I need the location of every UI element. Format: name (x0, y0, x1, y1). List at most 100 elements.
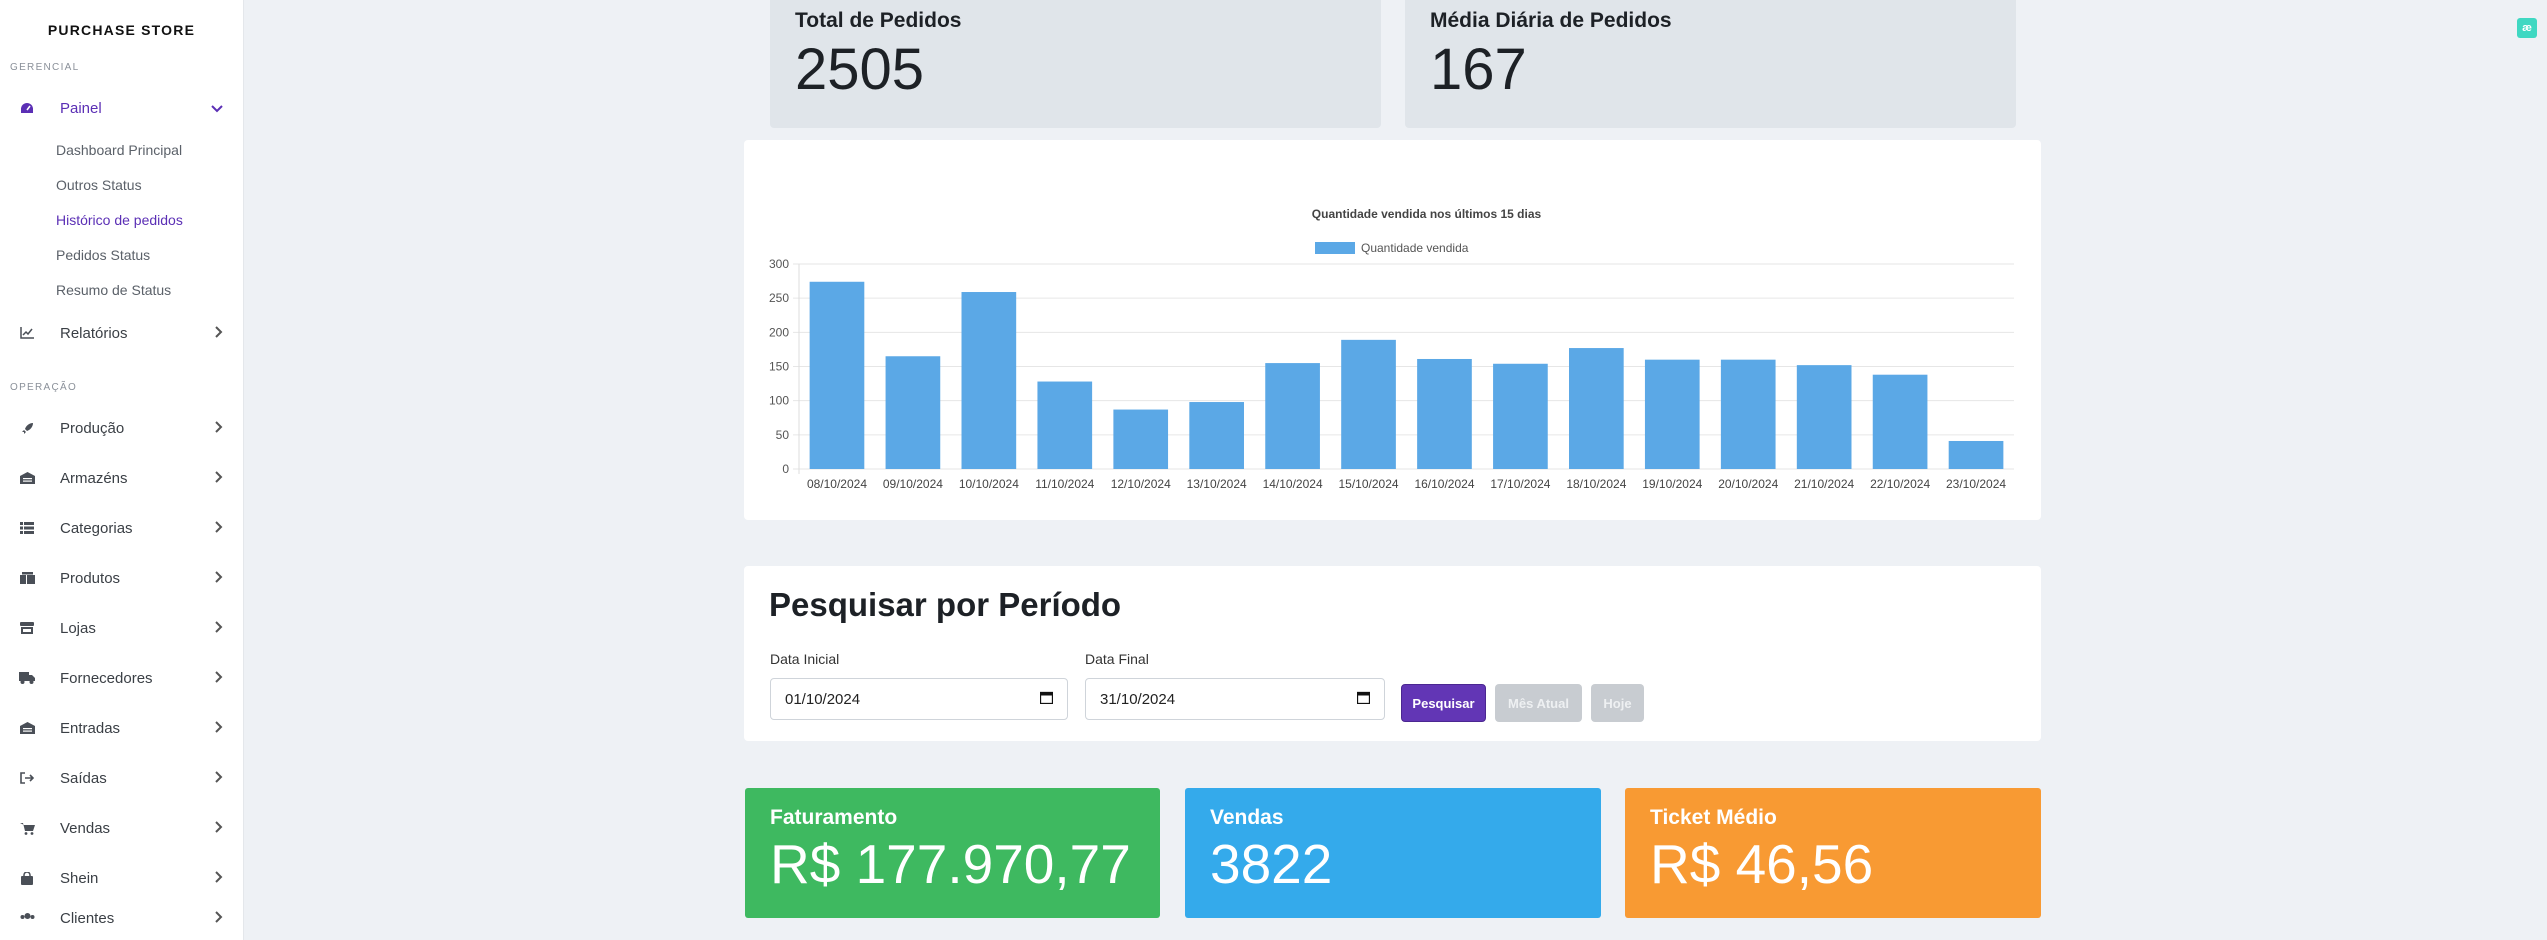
rocket-icon (19, 420, 35, 436)
bar (1948, 440, 2004, 469)
sidebar: PURCHASE STORE GERENCIAL Painel Dashboar… (0, 0, 244, 940)
nav-fornecedores-label: Fornecedores (60, 669, 153, 687)
today-button[interactable]: Hoje (1591, 684, 1644, 722)
nav-clientes[interactable]: Clientes (0, 903, 243, 933)
start-date-label: Data Inicial (770, 651, 840, 667)
sub-resumo-status[interactable]: Resumo de Status (0, 273, 243, 308)
bar (1644, 359, 1700, 469)
nav-vendas-label: Vendas (60, 819, 111, 837)
chevron-right-icon (215, 910, 223, 926)
calendar-icon[interactable] (1356, 691, 1371, 708)
bar (1113, 409, 1169, 469)
search-button[interactable]: Pesquisar (1401, 684, 1486, 722)
total-pedidos-value: 2505 (795, 37, 925, 102)
nav-shein-label: Shein (60, 869, 99, 887)
nav-lojas[interactable]: Lojas (0, 603, 243, 653)
bar (809, 281, 865, 469)
warehouse-icon (19, 470, 35, 486)
y-tick-label: 250 (769, 291, 789, 305)
end-date-value: 31/10/2024 (1100, 690, 1176, 708)
nav-relatorios[interactable]: Relatórios (0, 308, 243, 358)
nav-painel[interactable]: Painel (0, 83, 243, 133)
warehouse-icon (19, 720, 35, 736)
nav-produtos-label: Produtos (60, 569, 121, 587)
nav-relatorios-label: Relatórios (60, 324, 128, 342)
current-month-button[interactable]: Mês Atual (1495, 684, 1582, 722)
ticket-medio-label: Ticket Médio (1650, 806, 1777, 829)
brand-title[interactable]: PURCHASE STORE (0, 0, 243, 62)
total-pedidos-card: Total de Pedidos 2505 (770, 0, 1381, 128)
y-tick-label: 0 (782, 462, 789, 476)
start-date-input[interactable]: 01/10/2024 (770, 678, 1068, 720)
bar (1872, 374, 1928, 469)
section-operacao: OPERAÇÃO (10, 382, 78, 393)
ticket-medio-card: Ticket Médio R$ 46,56 (1625, 788, 2041, 918)
nav-entradas-label: Entradas (60, 719, 121, 737)
bar (961, 292, 1017, 469)
x-tick-label: 22/10/2024 (1870, 477, 1930, 491)
legend-swatch (1315, 242, 1355, 254)
bar (1417, 358, 1472, 469)
chevron-right-icon (215, 720, 223, 736)
x-tick-label: 18/10/2024 (1566, 477, 1626, 491)
nav-shein[interactable]: Shein (0, 853, 243, 903)
x-tick-label: 15/10/2024 (1339, 477, 1399, 491)
x-tick-label: 12/10/2024 (1111, 477, 1171, 491)
nav-fornecedores[interactable]: Fornecedores (0, 653, 243, 703)
shopping-bag-icon (19, 870, 35, 886)
media-diaria-card: Média Diária de Pedidos 167 (1405, 0, 2016, 128)
chevron-down-icon (211, 101, 223, 116)
nav-entradas[interactable]: Entradas (0, 703, 243, 753)
x-tick-label: 10/10/2024 (959, 477, 1019, 491)
media-diaria-label: Média Diária de Pedidos (1430, 9, 1672, 32)
sub-outros-status[interactable]: Outros Status (0, 168, 243, 203)
chevron-right-icon (215, 620, 223, 636)
nav-lojas-label: Lojas (60, 619, 96, 637)
nav-saidas[interactable]: Saídas (0, 753, 243, 803)
media-diaria-value: 167 (1430, 37, 1527, 102)
end-date-input[interactable]: 31/10/2024 (1085, 678, 1385, 720)
x-tick-label: 20/10/2024 (1718, 477, 1778, 491)
x-tick-label: 19/10/2024 (1642, 477, 1702, 491)
y-tick-label: 200 (769, 325, 789, 339)
vendas-value: 3822 (1210, 833, 1333, 895)
ticket-medio-value: R$ 46,56 (1650, 833, 1874, 895)
bar (1265, 363, 1320, 469)
extension-icon[interactable]: æ (2517, 18, 2537, 38)
vendas-label: Vendas (1210, 806, 1284, 829)
chevron-right-icon (215, 870, 223, 886)
x-tick-label: 14/10/2024 (1263, 477, 1323, 491)
boxes-icon (19, 570, 35, 586)
end-date-label: Data Final (1085, 651, 1149, 667)
bar (885, 356, 941, 469)
bar (1341, 339, 1396, 469)
nav-clientes-label: Clientes (60, 909, 115, 927)
sub-pedidos-status[interactable]: Pedidos Status (0, 238, 243, 273)
sign-out-icon (19, 770, 35, 786)
nav-armazens[interactable]: Armazéns (0, 453, 243, 503)
nav-producao[interactable]: Produção (0, 403, 243, 453)
faturamento-card: Faturamento R$ 177.970,77 (745, 788, 1160, 918)
calendar-icon[interactable] (1039, 691, 1054, 708)
nav-produtos[interactable]: Produtos (0, 553, 243, 603)
sub-dashboard-principal[interactable]: Dashboard Principal (0, 133, 243, 168)
total-pedidos-label: Total de Pedidos (795, 9, 962, 32)
bar (1720, 359, 1776, 469)
chevron-right-icon (215, 570, 223, 586)
users-icon (19, 910, 35, 926)
x-tick-label: 17/10/2024 (1490, 477, 1550, 491)
nav-categorias[interactable]: Categorias (0, 503, 243, 553)
sub-historico-pedidos[interactable]: Histórico de pedidos (0, 203, 243, 238)
chart-card: Quantidade vendida nos últimos 15 dias Qu… (744, 140, 2041, 520)
x-tick-label: 11/10/2024 (1035, 477, 1094, 491)
search-title: Pesquisar por Período (769, 586, 1122, 623)
vendas-card: Vendas 3822 (1185, 788, 1601, 918)
faturamento-label: Faturamento (770, 806, 898, 829)
nav-armazens-label: Armazéns (60, 469, 128, 487)
nav-vendas[interactable]: Vendas (0, 803, 243, 853)
chevron-right-icon (215, 325, 223, 341)
list-icon (19, 520, 35, 536)
x-tick-label: 09/10/2024 (883, 477, 943, 491)
y-tick-label: 100 (769, 394, 789, 408)
chevron-right-icon (215, 770, 223, 786)
